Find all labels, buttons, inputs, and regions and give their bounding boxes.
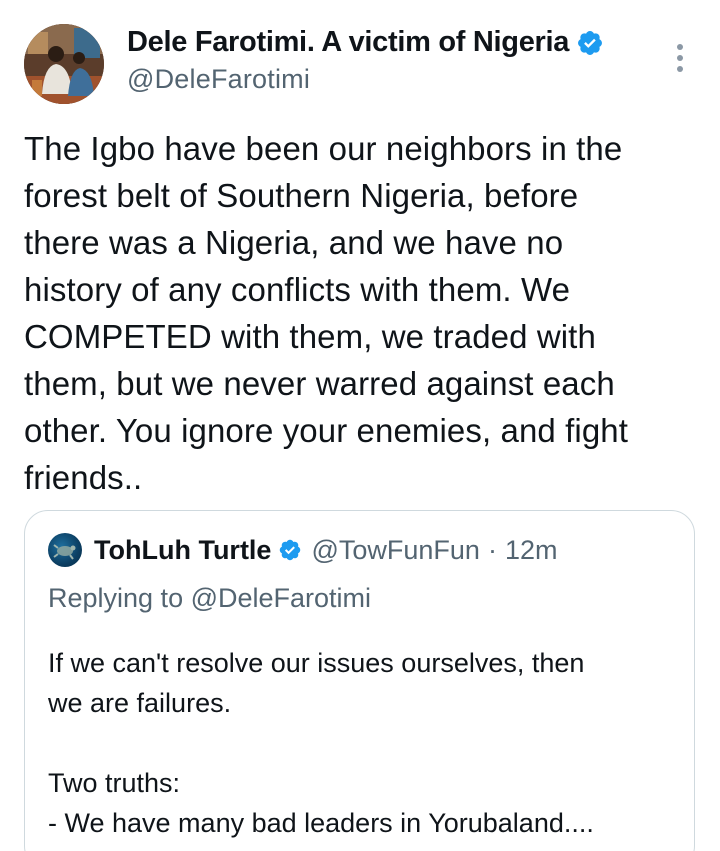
more-vertical-icon-dot-3 <box>677 66 683 72</box>
quoted-tweet-card[interactable]: TohLuh Turtle @TowFunFun · 12m Replying … <box>24 510 695 851</box>
tweet-text: The Igbo have been our neighbors in the … <box>24 130 629 496</box>
tweet-detail: Dele Farotimi. A victim of Nigeria @Dele… <box>0 0 720 851</box>
quoted-verified-badge-icon <box>278 538 302 562</box>
author-display-name[interactable]: Dele Farotimi. A victim of Nigeria <box>127 26 569 59</box>
quoted-author-avatar[interactable] <box>48 533 82 567</box>
author-name-row: Dele Farotimi. A victim of Nigeria <box>127 26 604 59</box>
replying-to-label: Replying to @DeleFarotimi <box>48 583 372 613</box>
more-vertical-icon-dot-2 <box>677 55 683 61</box>
separator-dot: · <box>487 534 497 565</box>
more-vertical-icon <box>677 44 683 50</box>
turtle-photo-icon <box>53 544 76 560</box>
quoted-tweet-text: If we can't resolve our issues ourselves… <box>48 648 594 838</box>
quoted-tweet-header: TohLuh Turtle @TowFunFun · 12m <box>48 533 557 567</box>
quoted-author-display-name[interactable]: TohLuh Turtle <box>94 535 271 566</box>
more-options-button[interactable] <box>664 40 696 76</box>
verified-badge-icon <box>576 29 604 57</box>
author-handle[interactable]: @DeleFarotimi <box>127 64 310 95</box>
quoted-author-handle[interactable]: @TowFunFun <box>311 535 479 566</box>
author-avatar[interactable] <box>24 24 104 104</box>
quoted-tweet-timestamp[interactable]: 12m <box>505 535 558 566</box>
profile-photo-icon <box>24 24 104 104</box>
